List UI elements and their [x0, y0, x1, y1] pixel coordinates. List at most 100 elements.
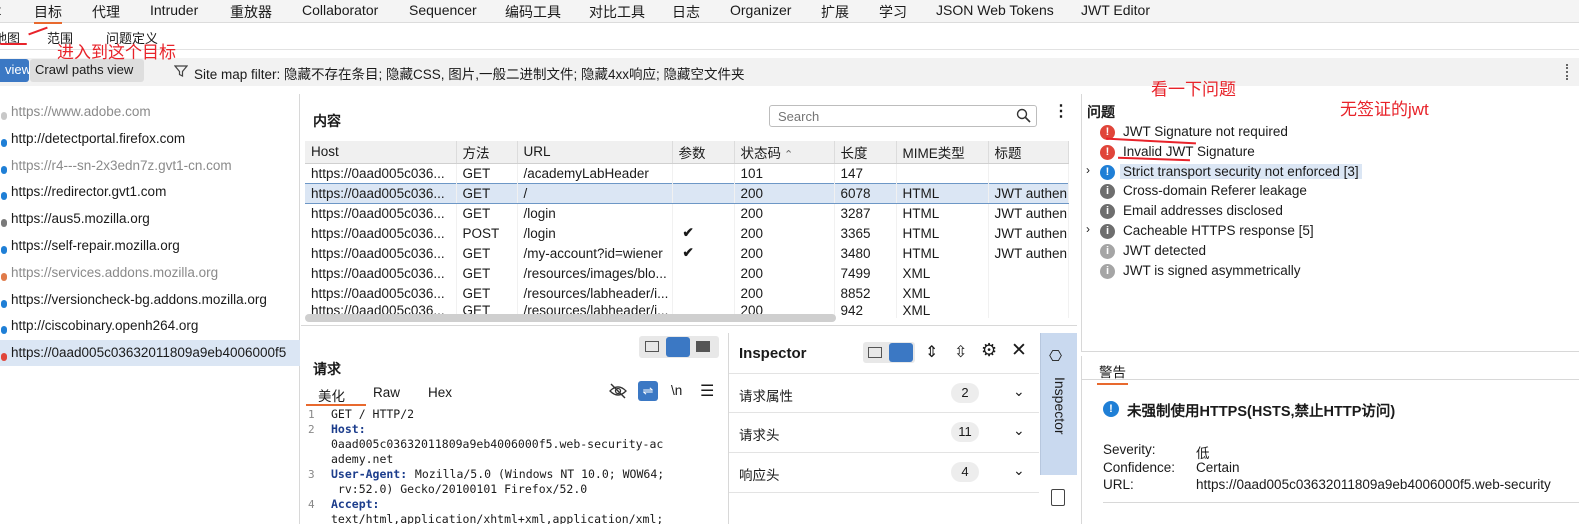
menu-tab-json-web-tokens[interactable]: JSON Web Tokens	[936, 2, 1054, 18]
column-header[interactable]: 标题	[988, 141, 1069, 164]
menu-tab-organizer[interactable]: Organizer	[730, 2, 791, 18]
table-row[interactable]: https://0aad005c036... GET/login 200 3287 HT…	[305, 203, 1069, 223]
inspector-side-tab[interactable]: ⎔ Inspector	[1040, 333, 1078, 524]
chevron-down-icon[interactable]: ⌄	[1013, 462, 1025, 479]
header-name: Accept:	[331, 497, 380, 511]
table-row[interactable]: https://0aad005c036... GET/resources/imag…	[305, 263, 1069, 283]
table-row[interactable]: https://0aad005c036... GET/ 200 6078 HTML JWT…	[305, 182, 1069, 204]
newline-toggle[interactable]: \n	[671, 383, 682, 398]
tab-hex[interactable]: Hex	[428, 385, 452, 400]
request-panel: 请求 美化 Raw Hex ⇌ \n ☰ 1 GET / HTTP/2 2 Host:…	[301, 333, 722, 524]
table-row[interactable]: https://0aad005c036... GET/academyLabHead…	[305, 163, 1069, 183]
menu-tab-jwt-editor[interactable]: JWT Editor	[1081, 2, 1150, 18]
table-cell	[988, 283, 1069, 303]
table-cell: ✔	[672, 223, 735, 243]
search-icon[interactable]	[1016, 108, 1031, 126]
table-cell: GET	[456, 203, 518, 223]
column-header[interactable]: Host	[305, 141, 457, 164]
tree-item[interactable]: https://www.adobe.com	[0, 99, 300, 125]
menu-tab-dashboard[interactable]: t	[0, 2, 1, 18]
chevron-right-icon[interactable]: ›	[1086, 163, 1090, 177]
layout-toggle-group	[639, 336, 719, 358]
filter-bar-menu-icon[interactable]	[1566, 64, 1568, 80]
tree-item[interactable]: https://versioncheck-bg.addons.mozilla.o…	[0, 287, 300, 313]
menu-tab-logger[interactable]: 日志	[672, 2, 700, 22]
issue-item[interactable]: i JWT detected	[1082, 242, 1579, 262]
inspector-list-layout-icon[interactable]	[868, 347, 882, 358]
column-header[interactable]: 长度	[834, 141, 897, 164]
menu-tab-learn[interactable]: 学习	[879, 2, 907, 22]
menu-tab-target[interactable]: 目标	[34, 2, 62, 24]
table-cell: GET	[456, 182, 518, 204]
menu-tab-decoder[interactable]: 编码工具	[505, 2, 561, 22]
tree-item[interactable]: https://r4---sn-2x3edn7z.gvt1-cn.com	[0, 153, 300, 179]
tree-item[interactable]: https://services.addons.mozilla.org	[0, 260, 300, 286]
request-editor[interactable]: 1 GET / HTTP/2 2 Host: 0aad005c03632011809a9…	[305, 407, 717, 524]
tab-pretty[interactable]: 美化	[318, 385, 345, 405]
tree-view-toggle[interactable]: view	[0, 59, 31, 82]
table-cell: https://0aad005c036...	[305, 263, 457, 283]
expand-all-icon[interactable]: ⇕	[925, 342, 938, 362]
table-row[interactable]: https://0aad005c036... GET/my-account?id=…	[305, 243, 1069, 263]
table-row[interactable]: https://0aad005c036... GET/resources/labh…	[305, 283, 1069, 303]
chevron-down-icon[interactable]: ⌄	[1013, 383, 1025, 400]
menu-tab-extensions[interactable]: 扩展	[821, 2, 849, 22]
menu-tab-proxy[interactable]: 代理	[92, 2, 120, 22]
notes-side-tab[interactable]	[1040, 475, 1078, 524]
table-row[interactable]: https://0aad005c036... POST/login ✔ 200 3365…	[305, 223, 1069, 243]
issue-severity-icon: i	[1100, 263, 1115, 279]
table-cell: HTML	[896, 203, 989, 223]
tree-item[interactable]: https://0aad005c03632011809a9eb4006000f5	[0, 340, 300, 367]
site-map-tree: https://www.adobe.com http://detectportal…	[0, 94, 300, 524]
issue-item[interactable]: i Cross-domain Referer leakage	[1082, 182, 1579, 202]
inspector-panel-layout-icon[interactable]	[889, 343, 913, 362]
site-map-filter-text[interactable]: Site map filter: 隐藏不存在条目; 隐藏CSS, 图片,一般二进…	[194, 63, 745, 83]
tree-item[interactable]: https://aus5.mozilla.org	[0, 206, 300, 232]
chevron-right-icon[interactable]: ›	[1086, 222, 1090, 236]
hide-eye-icon[interactable]	[609, 383, 627, 402]
menu-tab-comparer[interactable]: 对比工具	[589, 2, 645, 22]
host-status-icon	[1, 272, 7, 281]
advisory-tab-bar	[1082, 356, 1579, 380]
sort-ascending-icon[interactable]: ⌃	[781, 149, 793, 161]
split-vertical-icon[interactable]	[645, 341, 659, 352]
tab-raw[interactable]: Raw	[373, 385, 400, 400]
chevron-down-icon[interactable]: ⌄	[1013, 422, 1025, 439]
menu-tab-intruder[interactable]: Intruder	[150, 2, 198, 18]
content-more-options-icon[interactable]: ⋮	[1053, 104, 1069, 120]
inspector-section[interactable]: 响应头 4 ⌄	[729, 453, 1039, 493]
column-header[interactable]: 方法	[456, 141, 518, 164]
issue-item[interactable]: › i Cacheable HTTPS response [5]	[1082, 222, 1579, 242]
inspector-section[interactable]: 请求头 11 ⌄	[729, 413, 1039, 453]
content-search-input[interactable]	[769, 105, 1037, 127]
gear-icon[interactable]: ⚙	[981, 340, 997, 361]
table-cell: GET	[456, 263, 518, 283]
menu-tab-repeater[interactable]: 重放器	[230, 2, 272, 22]
horizontal-scrollbar[interactable]	[305, 314, 836, 322]
split-horizontal-icon[interactable]	[666, 337, 690, 357]
column-header[interactable]: MIME类型	[896, 141, 989, 164]
issue-severity-icon: !	[1100, 144, 1115, 160]
issue-item[interactable]: ›! Strict transport security not enforced…	[1082, 163, 1579, 183]
inspector-section[interactable]: 请求属性 2 ⌄	[729, 373, 1039, 413]
column-header[interactable]: 状态码 ⌃	[734, 141, 835, 164]
table-cell: 200	[734, 243, 835, 263]
close-icon[interactable]: ✕	[1011, 339, 1027, 362]
menu-tab-collaborator[interactable]: Collaborator	[302, 2, 378, 18]
request-menu-icon[interactable]: ☰	[700, 381, 714, 401]
table-cell: 101	[734, 163, 835, 183]
issue-item[interactable]: i Email addresses disclosed	[1082, 202, 1579, 222]
issue-item[interactable]: i JWT is signed asymmetrically	[1082, 262, 1579, 282]
advisory-tab[interactable]: 警告	[1097, 361, 1128, 385]
menu-tab-sequencer[interactable]: Sequencer	[409, 2, 477, 18]
word-wrap-icon[interactable]: ⇌	[638, 381, 658, 401]
column-header[interactable]: URL	[517, 141, 673, 164]
column-header[interactable]: 参数	[672, 141, 735, 164]
filter-icon[interactable]	[173, 64, 189, 81]
tree-item[interactable]: https://redirector.gvt1.com	[0, 179, 300, 205]
tabs-layout-icon[interactable]	[696, 341, 710, 352]
tree-item[interactable]: http://detectportal.firefox.com	[0, 126, 300, 152]
tree-item[interactable]: http://ciscobinary.openh264.org	[0, 313, 300, 339]
collapse-all-icon[interactable]: ⇳	[954, 342, 967, 362]
tree-item[interactable]: https://self-repair.mozilla.org	[0, 233, 300, 259]
